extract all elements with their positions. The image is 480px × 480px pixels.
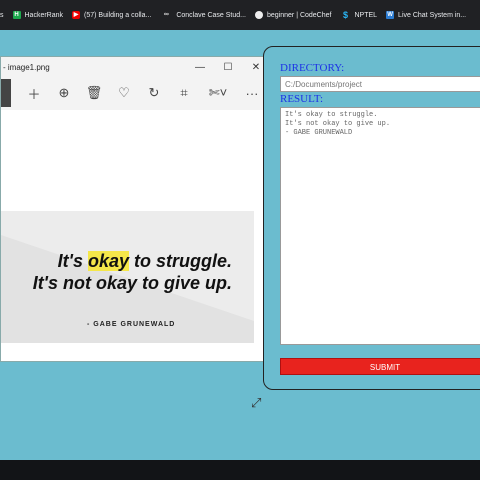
nptel-icon: $: [342, 10, 348, 20]
bookmark-item[interactable]: $ NPTEL: [340, 10, 378, 20]
quote-text: It's: [57, 251, 88, 271]
quote-line-1: It's okay to struggle.: [58, 251, 232, 272]
result-line: It's not okay to give up.: [285, 120, 391, 128]
quote-text: to struggle.: [129, 251, 232, 271]
hackerrank-icon: H: [12, 11, 21, 19]
result-label: RESULT:: [280, 93, 324, 105]
rotate-icon[interactable]: ↻: [139, 85, 169, 101]
bookmark-item[interactable]: ▶ (57) Building a colla...: [72, 11, 151, 19]
bookmark-label: beginner | CodeChef: [267, 11, 332, 19]
add-icon[interactable]: ＋: [19, 84, 49, 103]
delete-icon[interactable]: 🗑︎: [79, 85, 109, 101]
bookmark-label: NPTEL: [354, 11, 378, 19]
photos-toolbar: ＋ ⊕ 🗑︎ ♡ ↻ ⌗ ✄˅ ···: [1, 77, 270, 109]
bookmark-item[interactable]: s: [0, 12, 4, 19]
result-line: - GABE GRUNEWALD: [285, 129, 353, 137]
result-textarea[interactable]: It's okay to struggle. It's not okay to …: [280, 107, 480, 345]
bookmark-label: Conclave Case Stud...: [176, 11, 246, 19]
result-line: It's okay to struggle.: [285, 111, 378, 119]
crop-icon[interactable]: ⌗: [169, 85, 199, 101]
word-icon: W: [386, 11, 395, 19]
edit-icon[interactable]: ✄˅: [199, 85, 237, 101]
bookmark-label: HackerRank: [24, 11, 64, 19]
maximize-icon[interactable]: ☐: [214, 62, 242, 73]
bookmark-item[interactable]: beginner | CodeChef: [255, 11, 331, 19]
link-icon: ∞: [163, 11, 169, 18]
bookmark-item[interactable]: ∞ Conclave Case Stud...: [160, 11, 246, 19]
directory-form: DIRECTORY: RESULT: It's okay to struggle…: [263, 46, 480, 390]
favorite-icon[interactable]: ♡: [109, 85, 139, 101]
window-titlebar: - image1.png — ☐ ✕: [1, 57, 270, 77]
bookmarks-bar: s H HackerRank ▶ (57) Building a colla... …: [0, 0, 480, 30]
youtube-icon: ▶: [72, 11, 81, 19]
image-canvas: It's okay to struggle. It's not okay to …: [1, 110, 270, 361]
github-icon: [255, 11, 263, 19]
quote-image: It's okay to struggle. It's not okay to …: [1, 211, 254, 343]
minimize-icon[interactable]: —: [186, 62, 214, 73]
quote-highlight: okay: [87, 251, 129, 271]
bookmark-label: s: [0, 11, 4, 19]
photos-window: - image1.png — ☐ ✕ ＋ ⊕ 🗑︎ ♡ ↻ ⌗ ✄˅ ··· I…: [0, 56, 271, 410]
bookmark-label: (57) Building a colla...: [84, 11, 152, 19]
window-title: - image1.png: [3, 62, 50, 72]
submit-button[interactable]: SUBMIT: [280, 358, 480, 375]
quote-author: - GABE GRUNEWALD: [87, 321, 176, 328]
bookmark-item[interactable]: W Live Chat System in...: [386, 11, 466, 19]
directory-label: DIRECTORY:: [280, 62, 345, 74]
zoom-icon[interactable]: ⊕: [49, 85, 79, 101]
taskbar: [0, 460, 480, 480]
expand-icon[interactable]: ⤢: [251, 395, 261, 411]
bookmark-item[interactable]: H HackerRank: [12, 11, 64, 19]
quote-line-2: It's not okay to give up.: [32, 273, 232, 293]
directory-input[interactable]: [280, 76, 480, 92]
toolbar-edge: [1, 79, 11, 107]
bookmark-label: Live Chat System in...: [398, 11, 467, 19]
